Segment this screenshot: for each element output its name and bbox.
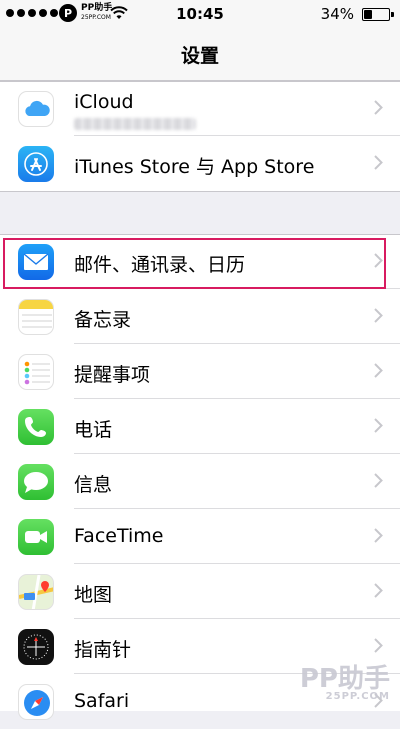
settings-row-reminders[interactable]: 提醒事项 [0,345,400,399]
settings-row-label: 指南针 [74,639,132,661]
app-store-icon [18,146,54,182]
reminders-icon [18,354,54,390]
settings-row-label: 电话 [74,419,113,441]
chevron-right-icon [374,100,383,115]
watermark-main: PP助手 [299,664,390,694]
settings-row-label: FaceTime [74,525,164,547]
safari-icon [18,684,54,720]
messages-icon [18,464,54,500]
chevron-right-icon [374,308,383,323]
highlight-box [3,238,386,289]
settings-row-itunes-app-store[interactable]: iTunes Store 与 App Store [0,137,400,191]
compass-icon [18,629,54,665]
phone-icon [18,409,54,445]
settings-row-notes[interactable]: 备忘录 [0,290,400,344]
notes-icon [18,299,54,335]
settings-row-label: iCloud [74,91,134,113]
settings-row-label: Safari [74,690,130,712]
maps-icon [18,574,54,610]
watermark: PP助手 25PP.COM [300,666,390,702]
icloud-icon [18,91,54,127]
chevron-right-icon [374,155,383,170]
settings-group-apps: 邮件、通讯录、日历 备忘录 提醒事项 电话 信息 FaceTime 地图 指南针… [0,234,400,720]
settings-row-messages[interactable]: 信息 [0,455,400,509]
facetime-icon [18,519,54,555]
chevron-right-icon [374,473,383,488]
settings-row-label: 地图 [74,584,113,606]
status-bar: P PP助手 25PP.COM 10:45 34% [0,0,400,28]
account-email-redacted [74,118,196,130]
battery-icon [362,8,390,21]
settings-row-label: iTunes Store 与 App Store [74,156,315,178]
battery-percent: 34% [320,5,354,23]
settings-row-maps[interactable]: 地图 [0,565,400,619]
navigation-bar: 设置 [0,28,400,81]
settings-row-label: 提醒事项 [74,364,151,386]
settings-row-facetime[interactable]: FaceTime [0,510,400,564]
settings-row-icloud[interactable]: iCloud [0,82,400,136]
page-title: 设置 [180,45,219,67]
chevron-right-icon [374,638,383,653]
settings-row-phone[interactable]: 电话 [0,400,400,454]
chevron-right-icon [374,528,383,543]
settings-group-accounts: iCloud iTunes Store 与 App Store [0,81,400,192]
chevron-right-icon [374,583,383,598]
chevron-right-icon [374,418,383,433]
chevron-right-icon [374,363,383,378]
settings-row-label: 备忘录 [74,309,132,331]
settings-row-label: 信息 [74,474,113,496]
